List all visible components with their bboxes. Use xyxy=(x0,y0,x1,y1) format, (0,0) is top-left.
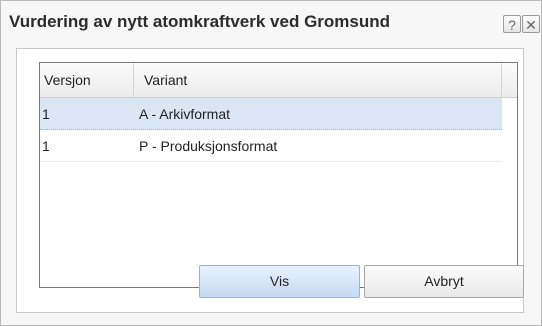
cell-version: 1 xyxy=(42,106,50,122)
table-row[interactable]: 1 A - Arkivformat xyxy=(40,98,502,130)
table-header: Versjon Variant xyxy=(40,63,517,98)
help-button[interactable]: ? xyxy=(503,15,521,33)
column-header-variant[interactable]: Variant xyxy=(134,63,502,97)
cell-variant: P - Produksjonsformat xyxy=(139,138,278,154)
title-bar: Vurdering av nytt atomkraftverk ved Grom… xyxy=(1,1,541,43)
dialog-window: Vurdering av nytt atomkraftverk ved Grom… xyxy=(0,0,542,326)
column-header-version[interactable]: Versjon xyxy=(40,63,134,97)
close-icon: ✕ xyxy=(525,17,537,33)
dialog-title: Vurdering av nytt atomkraftverk ved Grom… xyxy=(9,12,391,31)
close-button[interactable]: ✕ xyxy=(522,15,540,33)
cancel-button[interactable]: Avbryt xyxy=(364,265,524,298)
help-icon: ? xyxy=(508,17,516,33)
cell-version: 1 xyxy=(42,138,50,154)
variant-table: Versjon Variant 1 A - Arkivformat 1 P - … xyxy=(39,62,518,288)
cell-variant: A - Arkivformat xyxy=(139,106,231,122)
show-button[interactable]: Vis xyxy=(199,265,360,298)
column-header-filler xyxy=(502,63,517,97)
table-row[interactable]: 1 P - Produksjonsformat xyxy=(40,130,502,162)
